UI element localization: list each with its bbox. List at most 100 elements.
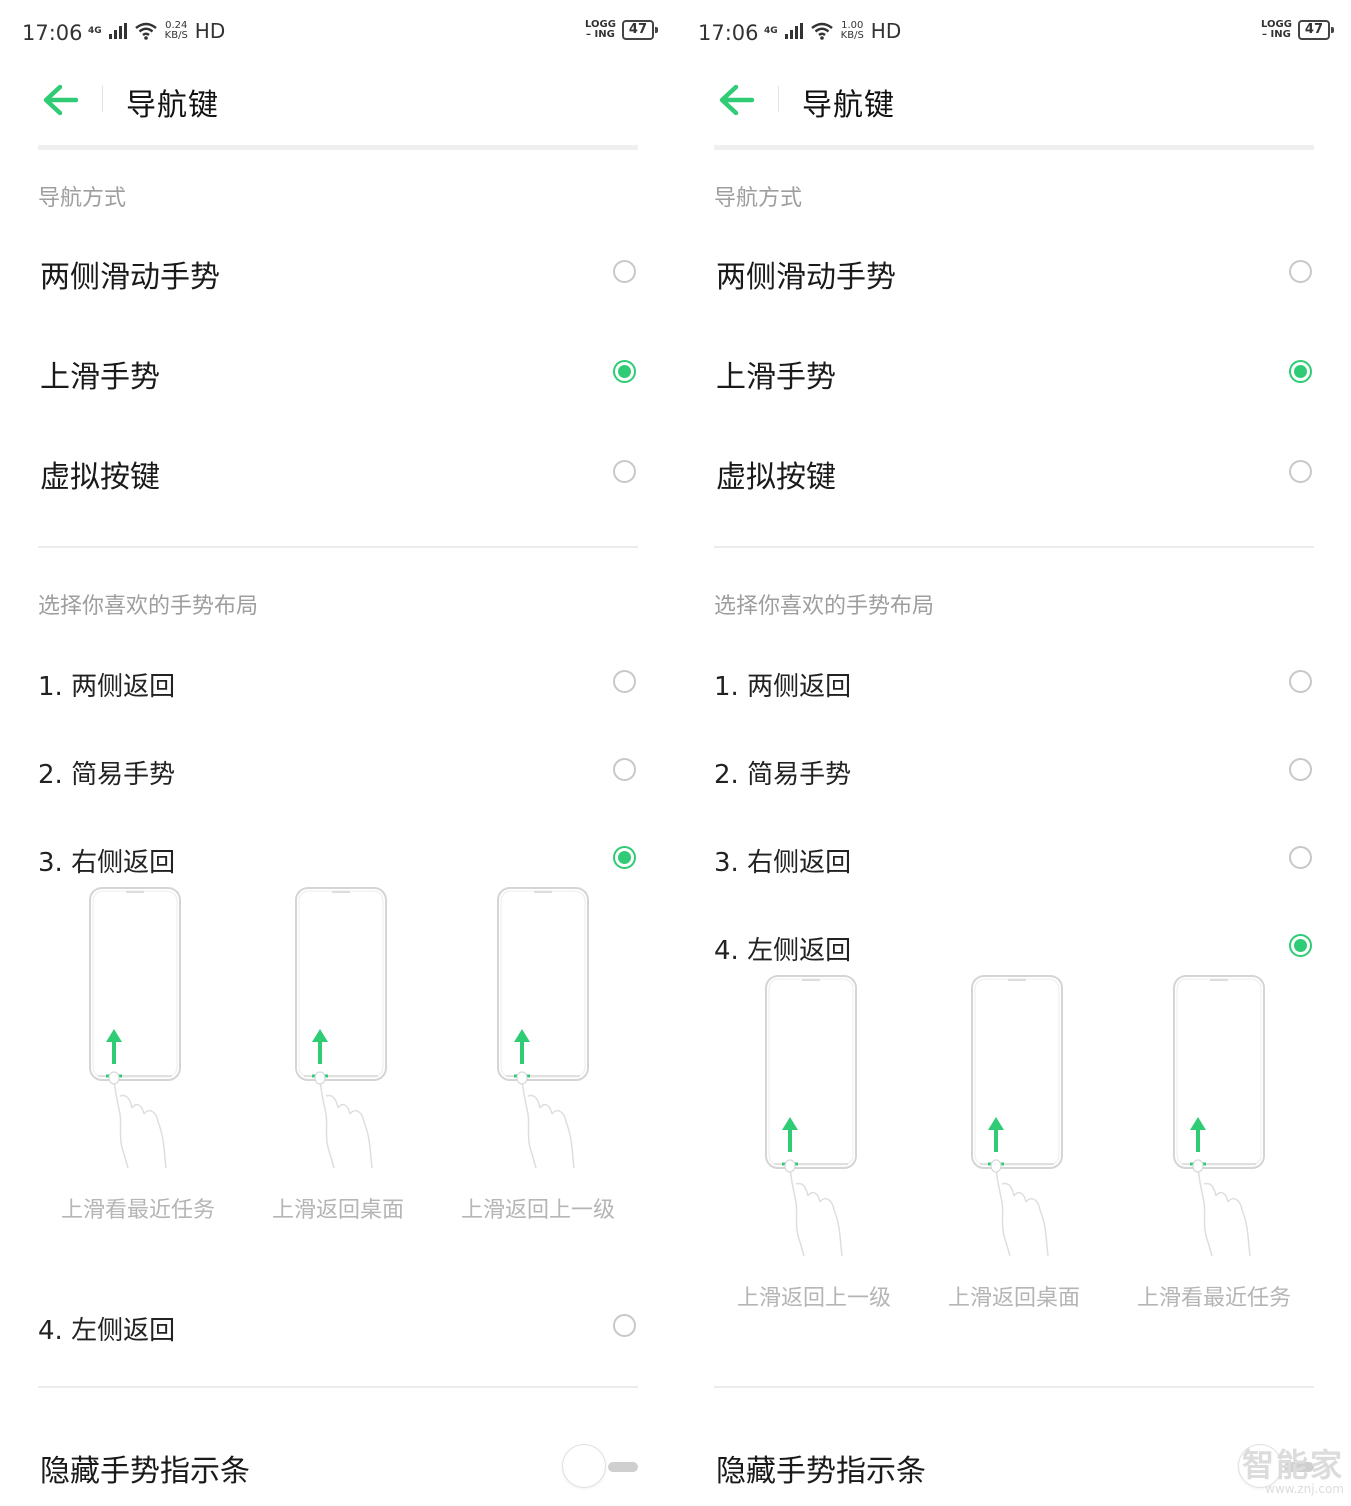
nav-mode-option-label: 虚拟按键 xyxy=(40,460,160,495)
nav-mode-option-label: 虚拟按键 xyxy=(716,460,836,495)
header-divider-bar xyxy=(38,145,638,150)
toggle-knob xyxy=(562,1444,606,1488)
network-status: 4G 1.00 KB/S HD xyxy=(764,19,901,43)
network-type: 4G xyxy=(764,25,778,36)
battery-icon: 47 xyxy=(1297,20,1335,40)
radio-button[interactable] xyxy=(1289,934,1312,957)
radio-button[interactable] xyxy=(613,260,636,283)
header-divider-bar xyxy=(714,145,1314,150)
section-divider xyxy=(38,546,638,548)
radio-button[interactable] xyxy=(1289,360,1312,383)
gesture-caption: 上滑返回桌面 xyxy=(947,1286,1080,1311)
gesture-caption: 上滑返回上一级 xyxy=(736,1286,891,1311)
phone-gesture-illustration xyxy=(497,887,589,1169)
gesture-layout-option-label: 2. 简易手势 xyxy=(714,760,852,790)
gesture-illustrations: 上滑看最近任务 上滑返回桌面 上滑返回上一级 xyxy=(38,886,638,1226)
nav-mode-option[interactable]: 两侧滑动手势 xyxy=(714,226,1314,316)
hd-indicator: HD xyxy=(194,19,226,43)
wifi-icon xyxy=(810,22,833,40)
logging-indicator: LOGG – ING xyxy=(584,19,616,40)
radio-button[interactable] xyxy=(1289,260,1312,283)
network-speed: 0.24 KB/S xyxy=(164,20,188,41)
hide-gesture-bar-label: 隐藏手势指示条 xyxy=(40,1454,250,1489)
gesture-layout-option-label: 1. 两侧返回 xyxy=(714,672,852,702)
radio-button[interactable] xyxy=(1289,758,1312,781)
gesture-layout-option-label: 3. 右侧返回 xyxy=(714,848,852,878)
arrow-left-icon[interactable] xyxy=(716,82,756,118)
arrow-left-icon[interactable] xyxy=(40,82,80,118)
hide-gesture-bar-label: 隐藏手势指示条 xyxy=(716,1454,926,1489)
watermark-brand: 智能家 xyxy=(1241,1446,1344,1484)
nav-mode-option-label: 两侧滑动手势 xyxy=(716,260,896,295)
radio-button[interactable] xyxy=(613,846,636,869)
app-header: 导航键 xyxy=(714,72,1314,128)
gesture-layout-option[interactable]: 1. 两侧返回 xyxy=(714,652,1314,712)
toggle-track xyxy=(608,1462,638,1472)
nav-mode-option[interactable]: 上滑手势 xyxy=(38,326,638,416)
phone-gesture-illustration xyxy=(765,975,857,1257)
nav-mode-option[interactable]: 虚拟按键 xyxy=(714,426,1314,516)
gesture-layout-option-label: 3. 右侧返回 xyxy=(38,848,176,878)
radio-button[interactable] xyxy=(613,1314,636,1337)
section-divider xyxy=(714,1386,1314,1388)
section-divider xyxy=(714,546,1314,548)
watermark-logo: 智能家 www.znj.com xyxy=(1242,1440,1344,1496)
gesture-layout-section-label: 选择你喜欢的手势布局 xyxy=(714,594,935,619)
radio-button[interactable] xyxy=(1289,846,1312,869)
nav-mode-option[interactable]: 上滑手势 xyxy=(714,326,1314,416)
hide-gesture-bar-row[interactable]: 隐藏手势指示条 xyxy=(38,1426,638,1496)
gesture-layout-option[interactable]: 4. 左侧返回 xyxy=(714,916,1314,976)
page-title: 导航键 xyxy=(802,88,895,123)
gesture-layout-option[interactable]: 3. 右侧返回 xyxy=(38,828,638,888)
hide-gesture-bar-toggle[interactable] xyxy=(562,1444,638,1490)
gesture-layout-option-label: 4. 左侧返回 xyxy=(714,936,852,966)
radio-button[interactable] xyxy=(613,360,636,383)
gesture-caption: 上滑返回上一级 xyxy=(460,1198,615,1223)
battery-icon: 47 xyxy=(621,20,659,40)
hd-indicator: HD xyxy=(870,19,902,43)
gesture-layout-option-label: 1. 两侧返回 xyxy=(38,672,176,702)
gesture-layout-option-label: 4. 左侧返回 xyxy=(38,1316,176,1346)
gesture-caption: 上滑看最近任务 xyxy=(60,1198,215,1223)
phone-gesture-illustration xyxy=(971,975,1063,1257)
nav-mode-option-label: 两侧滑动手势 xyxy=(40,260,220,295)
gesture-caption: 上滑返回桌面 xyxy=(271,1198,404,1223)
phone-gesture-illustration xyxy=(89,887,181,1169)
section-divider xyxy=(38,1386,638,1388)
gesture-layout-option[interactable]: 2. 简易手势 xyxy=(714,740,1314,800)
gesture-layout-option[interactable]: 1. 两侧返回 xyxy=(38,652,638,712)
gesture-layout-option[interactable]: 4. 左侧返回 xyxy=(38,1296,638,1356)
nav-mode-section-label: 导航方式 xyxy=(714,186,803,211)
status-bar: 17:06 4G 1.00 KB/S HD LOGG – ING 47 xyxy=(698,18,1335,52)
status-time: 17:06 xyxy=(22,21,83,45)
hide-gesture-bar-row[interactable]: 隐藏手势指示条 xyxy=(714,1426,1314,1496)
gesture-layout-option-label: 2. 简易手势 xyxy=(38,760,176,790)
nav-mode-section-label: 导航方式 xyxy=(38,186,127,211)
nav-mode-option-label: 上滑手势 xyxy=(40,360,160,395)
radio-button[interactable] xyxy=(613,758,636,781)
page-title: 导航键 xyxy=(126,88,219,123)
radio-button[interactable] xyxy=(1289,670,1312,693)
gesture-layout-section-label: 选择你喜欢的手势布局 xyxy=(38,594,259,619)
gesture-caption: 上滑看最近任务 xyxy=(1136,1286,1291,1311)
nav-mode-option-label: 上滑手势 xyxy=(716,360,836,395)
signal-bars-icon xyxy=(784,23,803,39)
gesture-layout-option[interactable]: 2. 简易手势 xyxy=(38,740,638,800)
phone-gesture-illustration xyxy=(1173,975,1265,1257)
app-header: 导航键 xyxy=(38,72,638,128)
radio-button[interactable] xyxy=(613,670,636,693)
radio-button[interactable] xyxy=(613,460,636,483)
header-divider xyxy=(102,86,103,112)
signal-bars-icon xyxy=(108,23,127,39)
status-bar: 17:06 4G 0.24 KB/S HD LOGG – ING 47 xyxy=(22,18,659,52)
left-screenshot-panel: 17:06 4G 0.24 KB/S HD LOGG – ING 47 导航键 导航方式 两侧滑动手… xyxy=(0,0,676,1506)
wifi-icon xyxy=(134,22,157,40)
network-status: 4G 0.24 KB/S HD xyxy=(88,19,225,43)
gesture-layout-option[interactable]: 3. 右侧返回 xyxy=(714,828,1314,888)
nav-mode-option[interactable]: 两侧滑动手势 xyxy=(38,226,638,316)
network-speed: 1.00 KB/S xyxy=(840,20,864,41)
radio-button[interactable] xyxy=(1289,460,1312,483)
status-time: 17:06 xyxy=(698,21,759,45)
right-screenshot-panel: 17:06 4G 1.00 KB/S HD LOGG – ING 47 导航键 导航方式 两侧滑动手… xyxy=(676,0,1351,1506)
nav-mode-option[interactable]: 虚拟按键 xyxy=(38,426,638,516)
